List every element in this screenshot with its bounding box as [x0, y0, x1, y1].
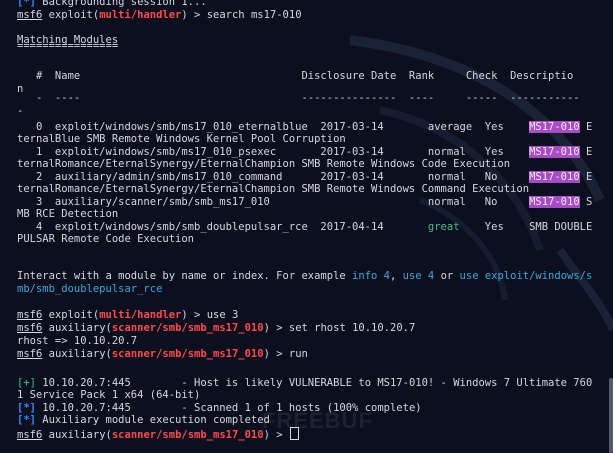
set-result: rhost => 10.10.20.7: [17, 335, 138, 347]
title-underline: ================: [17, 40, 119, 52]
backgrounding-line: [*] Backgrounding session 1...: [17, 0, 207, 8]
watermark: FREEBUF: [262, 408, 373, 433]
interact-hint-wrap: mb/smb_doublepulsar_rce: [17, 283, 163, 295]
table-row-wrap: ternalBlue SMB Remote Windows Kernel Poo…: [17, 133, 346, 145]
table-row-wrap: ternalRomance/EternalSynergy/EternalCham…: [17, 158, 511, 170]
table-row-wrap: MB RCE Detection: [17, 208, 119, 220]
table-dashes-wrap: -: [17, 105, 24, 117]
prompt-search: msf6 exploit(multi/handler) > search ms1…: [17, 9, 302, 21]
result-completed: [*] Auxiliary module execution completed: [17, 414, 270, 426]
scrollbar[interactable]: [609, 378, 613, 453]
table-row-wrap: PULSAR Remote Code Execution: [17, 233, 195, 245]
terminal-output[interactable]: [*] Backgrounding session 1... msf6 expl…: [0, 0, 610, 453]
result-vulnerable-wrap: 1 Service Pack 1 x64 (64-bit): [17, 389, 201, 401]
prompt-run: msf6 auxiliary(scanner/smb/smb_ms17_010)…: [17, 348, 308, 360]
prompt-current[interactable]: msf6 auxiliary(scanner/smb/smb_ms17_010)…: [17, 427, 299, 441]
interact-hint: Interact with a module by name or index.…: [17, 270, 593, 282]
prompt-set: msf6 auxiliary(scanner/smb/smb_ms17_010)…: [17, 322, 416, 334]
table-header: # Name Disclosure Date Rank Check Descri…: [17, 70, 574, 82]
prompt-use: msf6 exploit(multi/handler) > use 3: [17, 309, 239, 321]
table-row-wrap: ternalRomance/EternalSynergy/EternalCham…: [17, 183, 530, 195]
table-dashes: - ---- --------------- ---- ----- ------…: [17, 92, 580, 104]
